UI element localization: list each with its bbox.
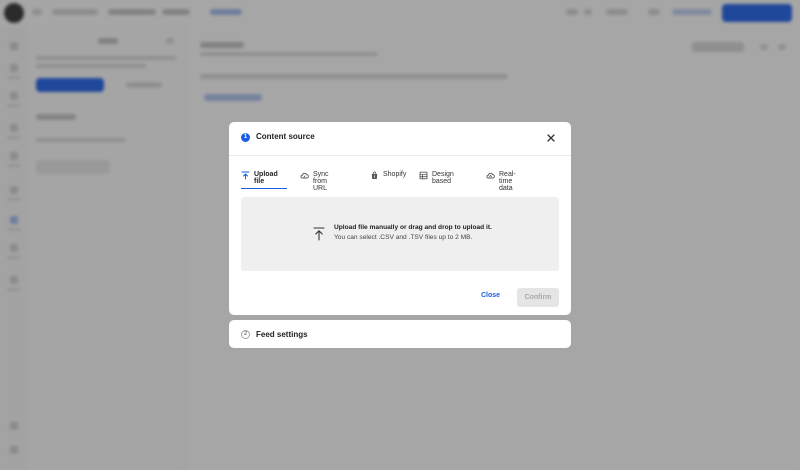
close-button[interactable]: Close [481,292,500,299]
upload-arrow-icon [313,227,325,241]
tab-upload-file[interactable]: Upload file [241,171,287,189]
cloud-sync-icon [300,172,309,179]
tab-label: Sync from URL [313,171,329,192]
dropzone-instruction: Upload file manually or drag and drop to… [334,224,492,231]
feed-settings-section[interactable]: 2 Feed settings [229,320,571,348]
content-source-dialog: 1 Content source Upload file Sync from U… [229,122,571,315]
upload-icon [241,171,250,180]
cloud-live-icon [486,172,495,179]
tab-real-time-data[interactable]: Real-time data [486,171,516,192]
file-dropzone[interactable]: Upload file manually or drag and drop to… [241,197,559,271]
tab-label: Design based [432,171,454,185]
section-title: Feed settings [256,330,308,339]
tab-shopify[interactable]: Shopify [370,171,406,189]
tab-design-based[interactable]: Design based [419,171,454,189]
tab-label: Upload file [254,171,278,185]
close-icon[interactable] [545,132,557,144]
tab-sync-from-url[interactable]: Sync from URL [300,171,329,192]
dialog-header: 1 Content source [229,122,571,156]
tab-label: Shopify [383,171,407,178]
tab-label: Real-time data [499,171,516,192]
dialog-title: Content source [256,132,315,141]
step-number-badge: 2 [241,330,250,339]
dropzone-hint: You can select .CSV and .TSV files up to… [334,234,473,241]
table-icon [419,171,428,180]
confirm-button[interactable]: Confirm [517,288,559,307]
shopify-bag-icon [371,171,378,179]
active-tab-indicator [241,187,287,189]
step-number-badge: 1 [241,133,250,142]
